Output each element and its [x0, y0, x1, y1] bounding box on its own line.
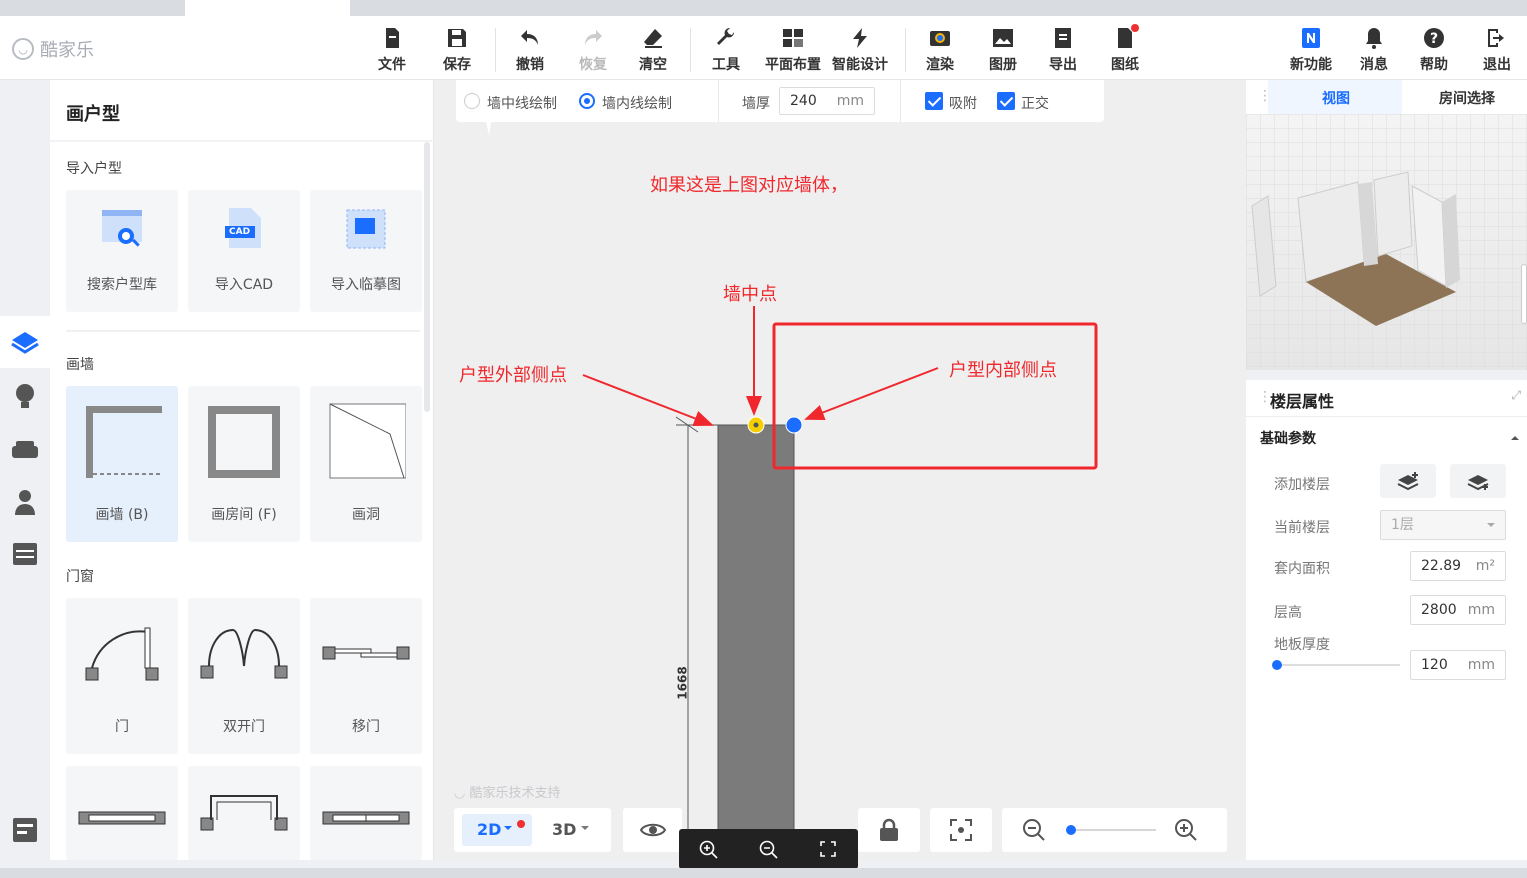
- add-floor-icon: [1397, 472, 1419, 491]
- fit-view-icon: [950, 819, 972, 841]
- basic-params-heading: 基础参数: [1260, 431, 1316, 447]
- expand-icon[interactable]: ⤢: [1511, 388, 1521, 403]
- height-field[interactable]: 2800 mm: [1410, 595, 1506, 625]
- zoom-in-icon[interactable]: [1174, 818, 1198, 842]
- annotation-outer-point: 户型外部侧点: [459, 365, 567, 386]
- 3d-room-preview: [1246, 114, 1527, 370]
- zoom-slider-track[interactable]: [1068, 829, 1156, 831]
- view-mode-switch: 2D 3D: [454, 808, 611, 852]
- height-label: 层高: [1274, 605, 1302, 621]
- add-floor-below-button[interactable]: [1450, 464, 1506, 498]
- right-collapse-handle[interactable]: [1521, 264, 1527, 324]
- area-value: 22.89: [1421, 558, 1462, 574]
- annotation-mid-point: 墙中点: [723, 284, 777, 305]
- current-floor-select[interactable]: 1层: [1380, 510, 1506, 540]
- highlight-box: [772, 322, 1098, 470]
- support-watermark: ◡ 酷家乐技术支持: [454, 786, 561, 801]
- window-bottom-strip: [0, 868, 1527, 878]
- add-floor-above-button[interactable]: [1380, 464, 1436, 498]
- floor-thickness-field[interactable]: 120 mm: [1410, 650, 1506, 680]
- chevron-up-icon[interactable]: [1511, 432, 1519, 440]
- tab-room-select[interactable]: 房间选择: [1439, 88, 1495, 108]
- chevron-down-icon: [1487, 523, 1495, 531]
- zoom-out-icon[interactable]: [1022, 818, 1046, 842]
- floor-thickness-slider-thumb[interactable]: [1272, 660, 1282, 670]
- current-floor-value: 1层: [1391, 517, 1414, 533]
- ruler-pointer: [484, 110, 493, 136]
- floor-thickness-label: 地板厚度: [1274, 637, 1330, 653]
- mid-point-dot: [753, 422, 759, 428]
- annotation-heading: 如果这是上图对应墙体，: [650, 175, 848, 196]
- chevron-down-icon: [581, 826, 589, 834]
- wall-segment[interactable]: [717, 424, 795, 846]
- add-basement-icon: [1467, 475, 1489, 491]
- eye-icon: [639, 823, 667, 837]
- floor-thickness-unit: mm: [1467, 657, 1495, 673]
- dimension-label: 1668: [675, 666, 690, 700]
- arrow-outer: [582, 374, 714, 426]
- floating-zoom-bar: [679, 829, 858, 869]
- 3d-preview[interactable]: [1246, 114, 1527, 370]
- watermark-text: 酷家乐技术支持: [469, 786, 561, 801]
- annotation-inner-point: 户型内部侧点: [949, 360, 1057, 381]
- area-unit: m²: [1475, 558, 1495, 574]
- fit-view-button[interactable]: [930, 808, 992, 852]
- zoom-slider-thumb[interactable]: [1066, 825, 1076, 835]
- view-tabs: ⋮ 视图 房间选择: [1246, 80, 1527, 114]
- lock-button[interactable]: [858, 808, 920, 852]
- area-field[interactable]: 22.89 m²: [1410, 551, 1506, 581]
- inner-point-handle[interactable]: [785, 416, 803, 434]
- visibility-button[interactable]: [623, 808, 682, 852]
- chevron-down-icon: [504, 826, 512, 834]
- add-floor-label: 添加楼层: [1274, 477, 1330, 493]
- floor-thickness-value: 120: [1421, 657, 1448, 673]
- zoom-out-icon[interactable]: [759, 840, 779, 860]
- arrow-inner: [804, 367, 939, 420]
- view-preview-panel: ⋮ 视图 房间选择: [1246, 80, 1527, 370]
- view-2d-button[interactable]: 2D: [477, 820, 501, 839]
- zoom-in-icon[interactable]: [699, 840, 719, 860]
- height-unit: mm: [1467, 602, 1495, 618]
- view-3d-button[interactable]: 3D: [552, 820, 576, 839]
- tab-view[interactable]: 视图: [1322, 88, 1350, 108]
- fullscreen-icon[interactable]: [819, 840, 837, 858]
- zoom-control: [1002, 808, 1227, 852]
- area-label: 套内面积: [1274, 561, 1330, 577]
- floor-props-title: 楼层属性: [1270, 392, 1335, 411]
- floor-thickness-slider-track[interactable]: [1274, 664, 1400, 666]
- notification-dot: [517, 820, 525, 828]
- height-value: 2800: [1421, 602, 1457, 618]
- divider: [1246, 416, 1527, 417]
- lock-icon: [880, 818, 898, 841]
- floor-properties-panel: ⋮ 楼层属性 ⤢ 基础参数 添加楼层 当前楼层 1层 套内面积 22.89 m²…: [1246, 380, 1527, 860]
- current-floor-label: 当前楼层: [1274, 520, 1330, 536]
